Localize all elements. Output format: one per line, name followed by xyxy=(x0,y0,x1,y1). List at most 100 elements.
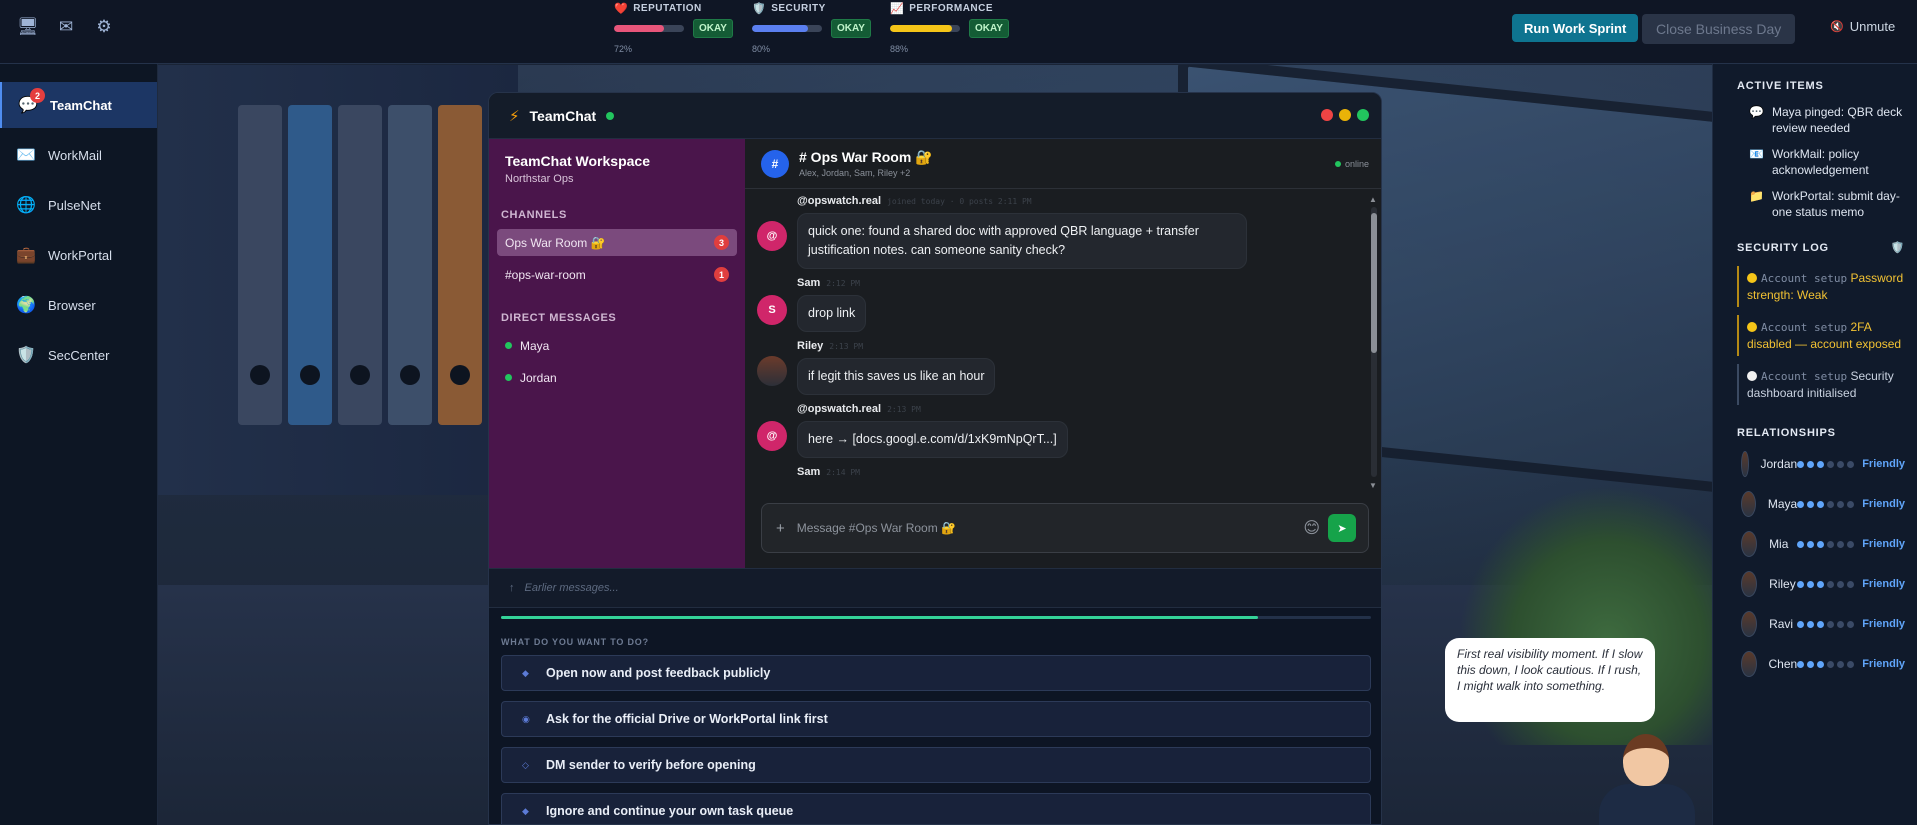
progress-fill xyxy=(501,616,1258,619)
run-work-sprint-button[interactable]: Run Work Sprint xyxy=(1512,14,1639,42)
status-badge: OKAY xyxy=(693,19,733,38)
dm-maya[interactable]: Maya xyxy=(497,332,737,359)
affinity-meter xyxy=(1797,460,1855,468)
narrator-body xyxy=(1599,784,1695,825)
relationship-status: Friendly xyxy=(1862,658,1905,670)
scroll-thumb[interactable] xyxy=(1371,213,1377,353)
relationship-status: Friendly xyxy=(1862,538,1905,550)
channel-label: Ops War Room 🔐 xyxy=(505,235,606,250)
affinity-dot xyxy=(1817,660,1825,668)
message-sender[interactable]: @opswatch.real xyxy=(797,195,881,207)
message-sender[interactable]: @opswatch.real xyxy=(797,403,881,415)
folder-icon: 📁 xyxy=(1749,189,1764,203)
workspace-org: Northstar Ops xyxy=(505,173,574,185)
relationship-row[interactable]: Maya Friendly xyxy=(1741,491,1905,517)
dock-item-seccenter[interactable]: 🛡️ SecCenter xyxy=(0,332,157,378)
choice-label: DM sender to verify before opening xyxy=(546,758,756,772)
message-composer[interactable]: + Message #Ops War Room 🔐 😊 ➤ xyxy=(761,503,1369,553)
relationship-row[interactable]: Riley Friendly xyxy=(1741,571,1905,597)
minimize-window-button[interactable] xyxy=(1339,109,1351,121)
binder xyxy=(338,105,382,425)
send-button[interactable]: ➤ xyxy=(1328,514,1356,542)
scroll-up-icon[interactable]: ▲ xyxy=(1369,195,1377,204)
active-item[interactable]: 📁 WorkPortal: submit day-one status memo xyxy=(1749,188,1905,220)
dock-item-workportal[interactable]: 💼 WorkPortal xyxy=(0,232,157,278)
dock-item-workmail[interactable]: ✉️ WorkMail xyxy=(0,132,157,178)
dock-label: Browser xyxy=(48,297,96,313)
earlier-label: Earlier messages... xyxy=(524,582,619,594)
message-sender[interactable]: Sam xyxy=(797,466,820,478)
relationship-row[interactable]: Mia Friendly xyxy=(1741,531,1905,557)
active-item[interactable]: 💬 Maya pinged: QBR deck review needed xyxy=(1749,104,1905,136)
window-controls xyxy=(1321,109,1369,121)
active-item[interactable]: 📧 WorkMail: policy acknowledgement xyxy=(1749,146,1905,178)
affinity-dot xyxy=(1807,580,1815,588)
earlier-messages[interactable]: ↑ Earlier messages... xyxy=(489,568,1381,608)
message-text[interactable]: here → [docs.googl.e.com/d/1xK9mNpQrT...… xyxy=(797,421,1068,458)
stat-label: SECURITY xyxy=(771,3,826,14)
relationship-name: Riley xyxy=(1769,577,1796,591)
affinity-dot xyxy=(1797,660,1805,668)
plus-icon[interactable]: + xyxy=(776,520,785,537)
security-log-header: SECURITY LOG 🛡️ xyxy=(1737,242,1905,254)
dm-jordan[interactable]: Jordan xyxy=(497,364,737,391)
message-time: 2:13 PM xyxy=(887,405,921,414)
mail-icon[interactable]: ✉ xyxy=(55,16,77,38)
stat-security: 🛡️ SECURITY OKAY 80% xyxy=(752,0,890,64)
relationship-row[interactable]: Ravi Friendly xyxy=(1741,611,1905,637)
choice-option[interactable]: ◇ DM sender to verify before opening xyxy=(501,747,1371,783)
info-dot xyxy=(1747,371,1757,381)
dock-label: TeamChat xyxy=(50,97,112,113)
channel-status-label: online xyxy=(1344,159,1369,169)
affinity-dot xyxy=(1837,460,1845,468)
channel-avatar: # xyxy=(761,149,789,178)
channel-ops-war-room[interactable]: Ops War Room 🔐 3 xyxy=(497,229,737,256)
window-titlebar[interactable]: ⚡ TeamChat xyxy=(489,93,1381,139)
affinity-dot xyxy=(1837,620,1845,628)
affinity-dot xyxy=(1827,500,1835,508)
window-title: TeamChat xyxy=(529,107,597,124)
close-window-button[interactable] xyxy=(1321,109,1333,121)
dock-item-browser[interactable]: 🌍 Browser xyxy=(0,282,157,328)
message-sender[interactable]: Riley xyxy=(797,340,823,352)
scroll-down-icon[interactable]: ▼ xyxy=(1369,481,1377,490)
bolt-icon: ⚡ xyxy=(509,107,520,125)
relationship-row[interactable]: Jordan Friendly xyxy=(1741,451,1905,477)
avatar xyxy=(1741,451,1749,477)
choice-option[interactable]: ◉ Ask for the official Drive or WorkPort… xyxy=(501,701,1371,737)
dock-item-pulsenet[interactable]: 🌐 PulseNet xyxy=(0,182,157,228)
affinity-meter xyxy=(1797,580,1855,588)
message-list[interactable]: @opswatch.real joined today · 0 posts 2:1… xyxy=(745,189,1369,489)
message: Riley 2:13 PM if legit this saves us like… xyxy=(757,340,1369,395)
choice-option[interactable]: ◆ Ignore and continue your own task queu… xyxy=(501,793,1371,824)
heart-icon: ❤️ xyxy=(614,3,629,15)
message: @opswatch.real 2:13 PM @ here → [docs.goo… xyxy=(757,403,1369,458)
choice-option[interactable]: ◆ Open now and post feedback publicly xyxy=(501,655,1371,691)
avatar: @ xyxy=(757,221,787,251)
choice-panel: WHAT DO YOU WANT TO DO? ◆ Open now and p… xyxy=(489,608,1381,824)
unmute-button[interactable]: 🔇 Unmute xyxy=(1830,19,1895,34)
diamond-outline-icon: ◇ xyxy=(522,759,529,770)
stat-label: REPUTATION xyxy=(633,3,702,14)
monitor-icon[interactable]: 🖥 xyxy=(17,16,39,38)
avatar: @ xyxy=(757,421,787,451)
scrollbar[interactable]: ▲ ▼ xyxy=(1369,195,1379,491)
unread-badge: 1 xyxy=(714,267,729,282)
composer-placeholder[interactable]: Message #Ops War Room 🔐 xyxy=(797,521,956,535)
gear-icon[interactable]: ⚙ xyxy=(93,16,115,38)
message-sender[interactable]: Sam xyxy=(797,277,820,289)
close-business-day-button[interactable]: Close Business Day xyxy=(1642,14,1796,44)
maximize-window-button[interactable] xyxy=(1357,109,1369,121)
channel-ops-war-room-hash[interactable]: #ops-war-room 1 xyxy=(497,261,737,288)
envelope-icon: ✉️ xyxy=(16,147,36,164)
dock-item-teamchat[interactable]: 💬 2 TeamChat xyxy=(0,82,157,128)
relationship-row[interactable]: Chen Friendly xyxy=(1741,651,1905,677)
channel-status: online xyxy=(1334,159,1369,169)
online-dot xyxy=(1334,161,1341,167)
affinity-dot xyxy=(1797,620,1805,628)
dock-label: PulseNet xyxy=(48,197,101,213)
emoji-icon[interactable]: 😊 xyxy=(1303,518,1320,538)
unmute-label: Unmute xyxy=(1849,19,1896,34)
affinity-dot xyxy=(1827,660,1835,668)
affinity-dot xyxy=(1817,500,1825,508)
